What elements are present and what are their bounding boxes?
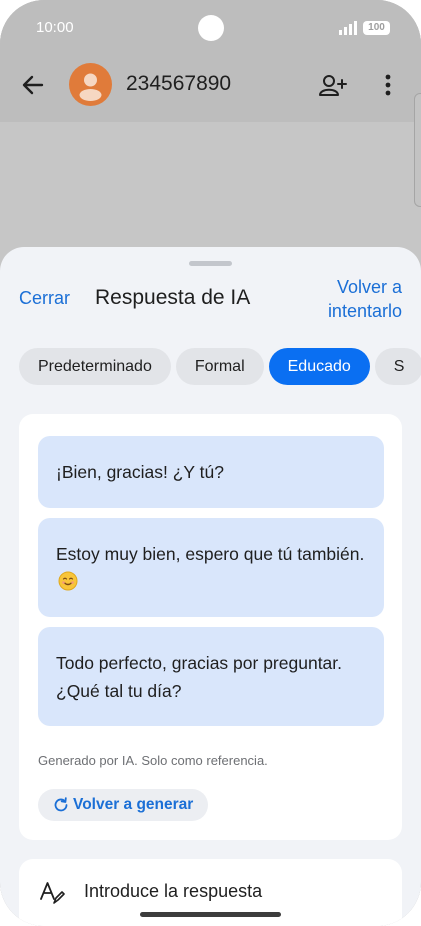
add-contact-icon[interactable] [318, 72, 348, 98]
phone-screen: 10:00 100 234567890 Cerrar Respuesta de … [0, 0, 421, 926]
suggestions-card: ¡Bien, gracias! ¿Y tú? Estoy muy bien, e… [19, 414, 402, 840]
status-bar: 10:00 100 [0, 0, 421, 56]
home-indicator[interactable] [140, 912, 281, 917]
scroll-handle[interactable] [414, 93, 421, 207]
tone-chips: Predeterminado Formal Educado S [19, 348, 421, 385]
back-arrow-icon[interactable] [20, 72, 46, 98]
person-icon [79, 73, 102, 101]
suggestion-text: Estoy muy bien, espero que tú también. [56, 543, 365, 564]
suggestion-text: ¡Bien, gracias! ¿Y tú? [56, 462, 224, 482]
close-button[interactable]: Cerrar [19, 288, 70, 309]
more-options-icon[interactable] [380, 72, 396, 98]
ai-disclaimer: Generado por IA. Solo como referencia. [38, 753, 268, 768]
chat-app-bar: 10:00 100 234567890 [0, 0, 421, 122]
tone-chip-default[interactable]: Predeterminado [19, 348, 171, 385]
refresh-icon [54, 797, 68, 812]
text-edit-icon [40, 882, 65, 904]
tone-chip-polite[interactable]: Educado [268, 348, 370, 385]
status-time: 10:00 [36, 19, 74, 36]
regenerate-label: Volver a generar [73, 796, 194, 813]
suggestion-item[interactable]: Todo perfecto, gracias por preguntar. ¿Q… [38, 627, 384, 726]
tone-chip-partial[interactable]: S [374, 348, 421, 385]
suggestion-item[interactable]: ¡Bien, gracias! ¿Y tú? [38, 436, 384, 508]
battery-icon: 100 [363, 21, 390, 35]
camera-cutout [198, 15, 224, 41]
sheet-title: Respuesta de IA [95, 286, 251, 309]
retry-button[interactable]: Volver a intentarlo [292, 275, 402, 323]
smiling-face-icon [58, 571, 78, 590]
suggestion-text-wrap: Estoy muy bien, espero que tú también. [56, 540, 366, 596]
avatar[interactable] [69, 63, 112, 106]
tone-chip-formal[interactable]: Formal [175, 348, 264, 385]
ai-reply-sheet: Cerrar Respuesta de IA Volver a intentar… [0, 247, 421, 926]
contact-name[interactable]: 234567890 [126, 72, 231, 96]
reply-input[interactable] [84, 876, 384, 906]
suggestion-text: Todo perfecto, gracias por preguntar. ¿Q… [56, 652, 343, 701]
suggestion-item[interactable]: Estoy muy bien, espero que tú también. [38, 518, 384, 617]
regenerate-button[interactable]: Volver a generar [38, 789, 209, 821]
signal-icon [339, 21, 357, 35]
drag-handle[interactable] [189, 261, 232, 266]
